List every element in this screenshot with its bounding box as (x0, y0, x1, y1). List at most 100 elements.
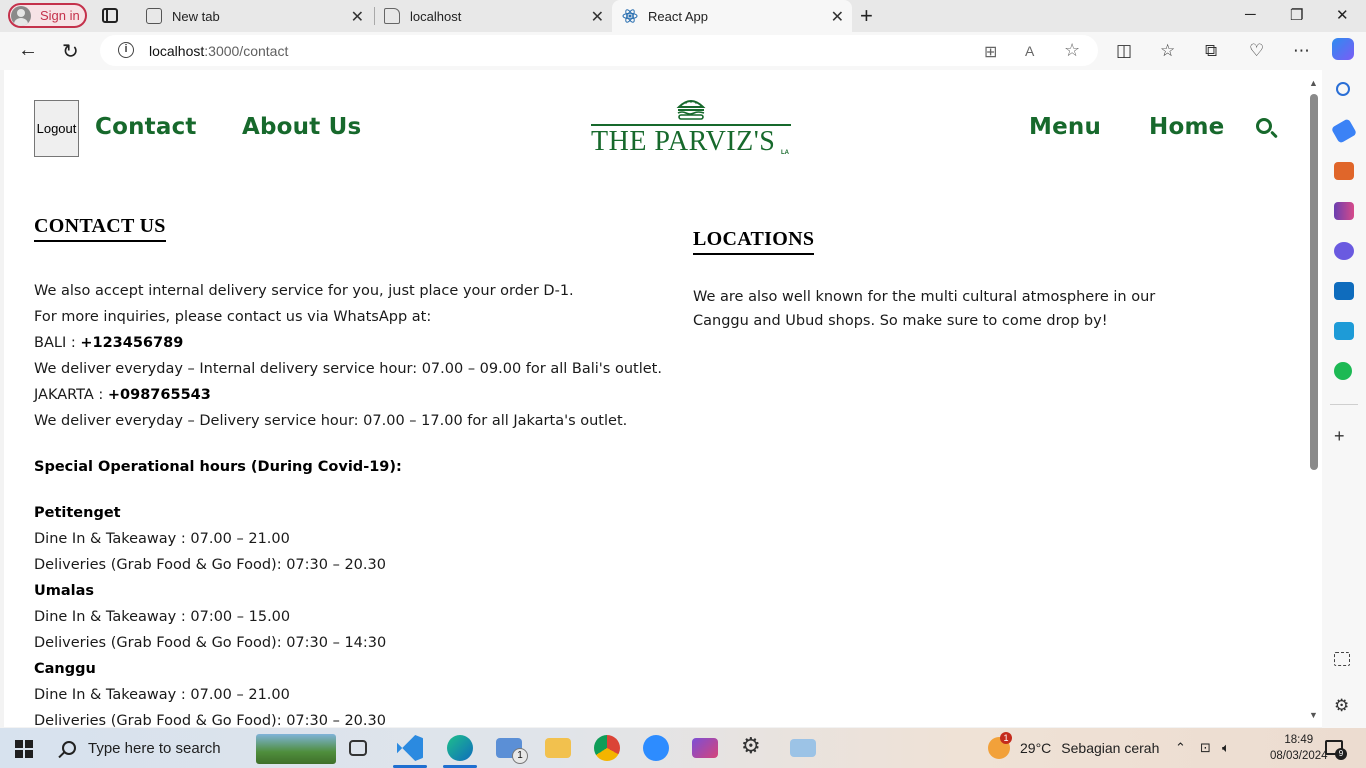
clock-time: 18:49 (1284, 734, 1314, 746)
refresh-icon[interactable]: ↻ (62, 39, 79, 64)
browser-essentials-icon[interactable]: ♡ (1249, 41, 1264, 61)
address-bar[interactable]: i localhost:3000/contact ⊞ A ☆ (100, 35, 1098, 66)
outlet-umalas: Umalas Dine In & Takeaway : 07:00 – 15.0… (34, 578, 654, 656)
tab-title: localhost (410, 8, 462, 24)
mail-badge: 1 (512, 748, 528, 764)
shopping-tag-icon[interactable] (1330, 118, 1358, 144)
minimize-icon[interactable]: ─ (1245, 6, 1256, 23)
special-hours-heading: Special Operational hours (During Covid-… (34, 459, 402, 475)
outlet-dine-hours: Dine In & Takeaway : 07.00 – 21.00 (34, 687, 290, 703)
app-icon[interactable] (790, 739, 816, 757)
site-info-icon[interactable]: i (118, 42, 134, 58)
search-icon (62, 741, 76, 755)
bali-phone[interactable]: +123456789 (80, 335, 183, 351)
scrollbar-thumb[interactable] (1310, 94, 1318, 470)
new-tab-plus-icon[interactable]: + (860, 3, 873, 29)
search-highlight-image (256, 734, 336, 764)
outlet-delivery-hours: Deliveries (Grab Food & Go Food): 07:30 … (34, 635, 387, 651)
nav-link-home[interactable]: Home (1149, 114, 1224, 140)
nav-link-contact[interactable]: Contact (95, 114, 197, 140)
url-text[interactable]: localhost:3000/contact (149, 43, 288, 59)
apps-icon[interactable]: ⊞ (984, 42, 997, 62)
document-icon (384, 8, 400, 24)
bali-delivery-note: We deliver everyday – Internal delivery … (34, 361, 662, 377)
outlook-icon[interactable] (1334, 282, 1354, 300)
jakarta-contact: JAKARTA : +098765543 (34, 387, 211, 403)
outlet-name: Umalas (34, 583, 95, 599)
taskbar-search[interactable]: Type here to search (48, 728, 338, 768)
add-icon[interactable]: + (1334, 426, 1345, 446)
microsoft-365-icon[interactable] (1334, 242, 1354, 260)
locations-title: LOCATIONS (693, 228, 815, 255)
signin-button[interactable]: Sign in (8, 3, 87, 28)
volume-icon[interactable]: 🔈︎ (1222, 740, 1230, 756)
weather-widget[interactable]: 29°C Sebagian cerah (988, 732, 1160, 759)
tab-new-tab[interactable]: New tab ✕ (136, 0, 372, 32)
jakarta-phone[interactable]: +098765543 (108, 387, 211, 403)
clipchamp-icon[interactable] (692, 738, 718, 758)
games-icon[interactable] (1334, 202, 1354, 220)
page-viewport: Logout Contact About Us THE PARVIZ'S LA … (4, 70, 1322, 727)
delivery-intro: We also accept internal delivery service… (34, 283, 574, 299)
edge-sidebar: + ⚙ (1322, 70, 1366, 728)
chrome-icon[interactable] (594, 735, 620, 761)
react-logo-icon (622, 8, 638, 24)
browser-tab-strip: Sign in New tab ✕ localhost ✕ React App … (0, 0, 1366, 32)
edge-browser-icon[interactable] (447, 735, 473, 761)
screenshot-icon[interactable] (1334, 652, 1350, 666)
tab-localhost[interactable]: localhost ✕ (374, 0, 612, 32)
close-icon[interactable]: ✕ (351, 7, 364, 27)
sidebar-divider (1330, 404, 1358, 405)
collections-icon[interactable]: ⧉ (1205, 41, 1217, 61)
bali-contact: BALI : +123456789 (34, 335, 184, 351)
outlet-delivery-hours: Deliveries (Grab Food & Go Food): 07:30 … (34, 557, 386, 573)
window-close-icon[interactable]: ✕ (1336, 6, 1349, 24)
brand-logo[interactable]: THE PARVIZ'S LA (591, 98, 791, 158)
notification-center-icon[interactable] (1325, 740, 1347, 760)
system-clock[interactable]: 18:49 08/03/2024 (1270, 732, 1328, 764)
outlet-name: Canggu (34, 661, 96, 677)
close-icon[interactable]: ✕ (831, 7, 844, 27)
tab-react-app[interactable]: React App ✕ (612, 0, 852, 32)
taskbar-search-placeholder: Type here to search (88, 739, 221, 757)
scroll-down-arrow-icon[interactable]: ▼ (1309, 710, 1318, 720)
file-explorer-icon[interactable] (545, 738, 571, 758)
favorite-star-icon[interactable]: ☆ (1064, 40, 1080, 61)
more-menu-icon[interactable]: ⋯ (1293, 41, 1310, 61)
tools-icon[interactable] (1334, 162, 1354, 180)
read-aloud-icon[interactable]: A (1025, 43, 1034, 59)
settings-gear-icon[interactable]: ⚙ (741, 733, 761, 759)
copilot-icon[interactable] (1332, 38, 1354, 60)
search-icon[interactable] (1256, 118, 1272, 134)
favorites-icon[interactable]: ☆ (1160, 41, 1175, 61)
vscode-icon[interactable] (397, 735, 423, 761)
scroll-up-arrow-icon[interactable]: ▲ (1309, 78, 1318, 88)
task-view-icon[interactable] (349, 740, 367, 756)
back-arrow-icon[interactable]: ← (18, 39, 38, 62)
tab-actions-icon[interactable] (102, 8, 118, 23)
nav-link-about-us[interactable]: About Us (242, 114, 361, 140)
search-icon[interactable] (1336, 82, 1350, 96)
windows-start-icon[interactable] (15, 740, 33, 758)
spotify-icon[interactable] (1334, 362, 1352, 380)
page-scrollbar[interactable]: ▲ ▼ (1309, 78, 1319, 723)
weather-sun-icon (988, 732, 1012, 759)
logout-button[interactable]: Logout (34, 100, 79, 157)
weather-temperature: 29°C (1020, 740, 1052, 756)
contact-section: CONTACT US We also accept internal deliv… (34, 215, 662, 727)
newtab-page-icon (146, 8, 162, 24)
outlet-dine-hours: Dine In & Takeaway : 07.00 – 21.00 (34, 531, 290, 547)
outlet-petitenget: Petitenget Dine In & Takeaway : 07.00 – … (34, 500, 654, 578)
restore-icon[interactable]: ❐ (1290, 6, 1303, 24)
drop-icon[interactable] (1334, 322, 1354, 340)
contact-title: CONTACT US (34, 215, 166, 242)
network-icon[interactable]: ⊡ (1200, 740, 1211, 756)
settings-gear-icon[interactable]: ⚙ (1334, 696, 1349, 715)
close-icon[interactable]: ✕ (591, 7, 604, 27)
nav-link-menu[interactable]: Menu (1029, 114, 1101, 140)
weather-description: Sebagian cerah (1061, 740, 1160, 756)
split-screen-icon[interactable]: ◫ (1116, 41, 1132, 61)
zoom-icon[interactable] (643, 735, 669, 761)
windows-taskbar: Type here to search 1 ⚙ 29°C Sebagian ce… (0, 728, 1366, 768)
chevron-up-icon[interactable]: ⌃ (1175, 740, 1186, 756)
